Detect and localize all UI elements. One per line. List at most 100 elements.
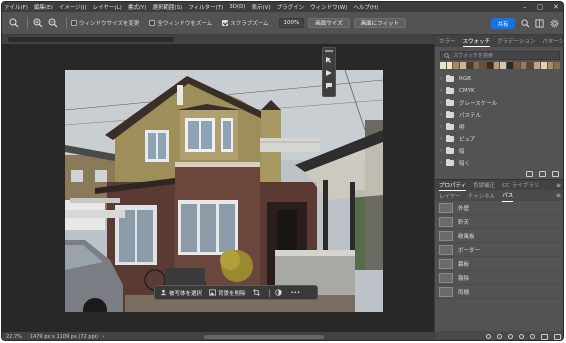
menu-file[interactable]: ァイル(F) [4, 3, 28, 11]
trash-icon[interactable] [554, 333, 561, 340]
path-row[interactable]: 外壁 [435, 201, 563, 215]
workspace-icon[interactable] [533, 17, 545, 29]
menu-edit[interactable]: 編集(E) [34, 3, 53, 11]
zoom-tool-icon[interactable] [8, 17, 20, 29]
select-subject-button[interactable]: 被写体を選択 [160, 289, 202, 297]
menu-type[interactable]: 書式(Y) [128, 3, 147, 11]
fit-screen-button[interactable]: 画面サイズ [308, 18, 350, 28]
fill-screen-button[interactable]: 画面にフィット [353, 18, 406, 28]
remove-background-button[interactable]: 背景を削除 [209, 289, 246, 297]
swatch-search-input[interactable]: スウォッチを検索 [440, 51, 560, 60]
fill-path-icon[interactable] [486, 334, 491, 339]
menu-filter[interactable]: フィルター(T) [188, 3, 223, 11]
swatch-color[interactable] [547, 62, 554, 69]
scrubby-zoom-checkbox[interactable]: スクラブズーム [222, 19, 269, 27]
adjustment-icon[interactable] [274, 289, 284, 296]
new-path-icon[interactable] [541, 333, 548, 340]
swatches-panel-tabs: カラー スウォッチ グラデーション パターン ≡ [435, 35, 563, 47]
swatch-color[interactable] [513, 62, 520, 69]
path-row[interactable]: 幕板 [435, 257, 563, 271]
swatch-color[interactable] [480, 62, 487, 69]
checkbox-box[interactable] [149, 20, 156, 26]
zoom-percent-field[interactable]: 100% [278, 18, 305, 28]
stroke-path-icon[interactable] [497, 334, 502, 339]
swatch-folder[interactable]: › グレースケール [435, 97, 563, 109]
path-row[interactable]: ボーダー [435, 243, 563, 257]
path-row[interactable]: 破風板 [435, 229, 563, 243]
swatch-folder[interactable]: › CMYK [435, 85, 563, 97]
swatch-color[interactable] [507, 62, 513, 69]
swatch-color[interactable] [460, 62, 466, 69]
menu-view[interactable]: 表示(V) [252, 3, 271, 11]
menu-image[interactable]: イメージ(I) [59, 3, 87, 11]
search-icon[interactable] [519, 17, 531, 29]
swatch-color[interactable] [466, 62, 473, 69]
crop-icon[interactable] [252, 289, 262, 296]
zoom-all-windows-checkbox[interactable]: 全ウィンドウをズーム [149, 19, 212, 27]
swatch-color[interactable] [540, 62, 547, 69]
new-swatch-icon[interactable] [539, 171, 546, 177]
tab-gradients[interactable]: グラデーション [497, 35, 535, 47]
checkbox-box[interactable] [222, 20, 229, 26]
swatch-color[interactable] [453, 62, 460, 69]
path-row[interactable]: 軒天 [435, 215, 563, 229]
swatch-folder[interactable]: › 明 [435, 121, 563, 133]
menu-window[interactable]: ウィンドウ(W) [310, 3, 347, 11]
comment-icon[interactable] [324, 81, 334, 91]
swatch-color[interactable] [440, 62, 446, 69]
zoom-out-icon[interactable] [47, 17, 59, 29]
folder-icon[interactable] [526, 171, 533, 177]
trash-icon[interactable] [552, 171, 559, 177]
swatch-color[interactable] [534, 62, 540, 69]
panel-menu-icon[interactable]: ≡ [556, 192, 561, 199]
swatch-color[interactable] [500, 62, 507, 69]
tab-channels[interactable]: チャンネル [468, 190, 495, 202]
swatch-color[interactable] [493, 62, 500, 69]
load-selection-icon[interactable] [508, 334, 513, 339]
swatch-folder[interactable]: › ピュア [435, 133, 563, 145]
more-options-button[interactable]: ••• [291, 290, 301, 296]
share-button[interactable]: 共有 [491, 18, 515, 29]
zoom-in-icon[interactable] [32, 17, 44, 29]
resize-windows-checkbox[interactable]: ウィンドウサイズを変更 [71, 19, 139, 27]
swatch-color[interactable] [487, 62, 493, 69]
tab-patterns[interactable]: パターン [542, 35, 563, 47]
chevron-right-icon[interactable]: › [102, 334, 104, 340]
swatch-color[interactable] [527, 62, 534, 69]
zoom-level[interactable]: 22.7% [6, 334, 22, 340]
document-tab[interactable] [8, 37, 174, 42]
swatch-color[interactable] [520, 62, 527, 69]
add-mask-icon[interactable] [530, 334, 535, 339]
menu-3d[interactable]: 3D(D) [229, 4, 245, 10]
swatch-folder[interactable]: › RGB [435, 73, 563, 85]
menu-select[interactable]: 選択範囲(S) [152, 3, 182, 11]
tab-color[interactable]: カラー [439, 35, 456, 47]
menu-help[interactable]: ヘルプ(H) [353, 3, 378, 11]
play-icon[interactable] [324, 68, 334, 78]
make-path-icon[interactable] [519, 334, 524, 339]
panel-menu-icon[interactable]: ≡ [556, 182, 561, 189]
path-row[interactable]: 霧除 [435, 271, 563, 285]
swatch-folder[interactable]: › 暗く [435, 157, 563, 169]
tab-paths[interactable]: パス [502, 190, 514, 202]
folder-label: パステル [459, 113, 482, 119]
menu-layer[interactable]: レイヤー(L) [93, 3, 122, 11]
swatch-color[interactable] [446, 62, 453, 69]
swatch-folder[interactable]: › 暗 [435, 145, 563, 157]
gear-icon[interactable] [548, 17, 560, 29]
swatch-folder[interactable]: › パステル [435, 109, 563, 121]
drag-handle[interactable] [325, 50, 333, 52]
checkbox-box[interactable] [71, 20, 77, 26]
menu-plugins[interactable]: プラグイン [277, 3, 305, 11]
minimize-icon[interactable]: – [523, 3, 527, 11]
tab-swatches[interactable]: スウォッチ [462, 35, 491, 47]
canvas-area[interactable]: 被写体を選択 背景を削除 ••• [2, 44, 434, 332]
swatch-color[interactable] [473, 62, 480, 69]
swatch-color[interactable] [554, 62, 560, 69]
close-icon[interactable]: ✕ [553, 3, 559, 11]
path-row[interactable]: 雨樋 [435, 285, 563, 299]
maximize-icon[interactable]: ▢ [537, 3, 544, 11]
horizontal-scrollbar[interactable] [204, 335, 324, 339]
tab-layers[interactable]: レイヤー [439, 190, 461, 202]
path-select-icon[interactable] [324, 55, 334, 65]
